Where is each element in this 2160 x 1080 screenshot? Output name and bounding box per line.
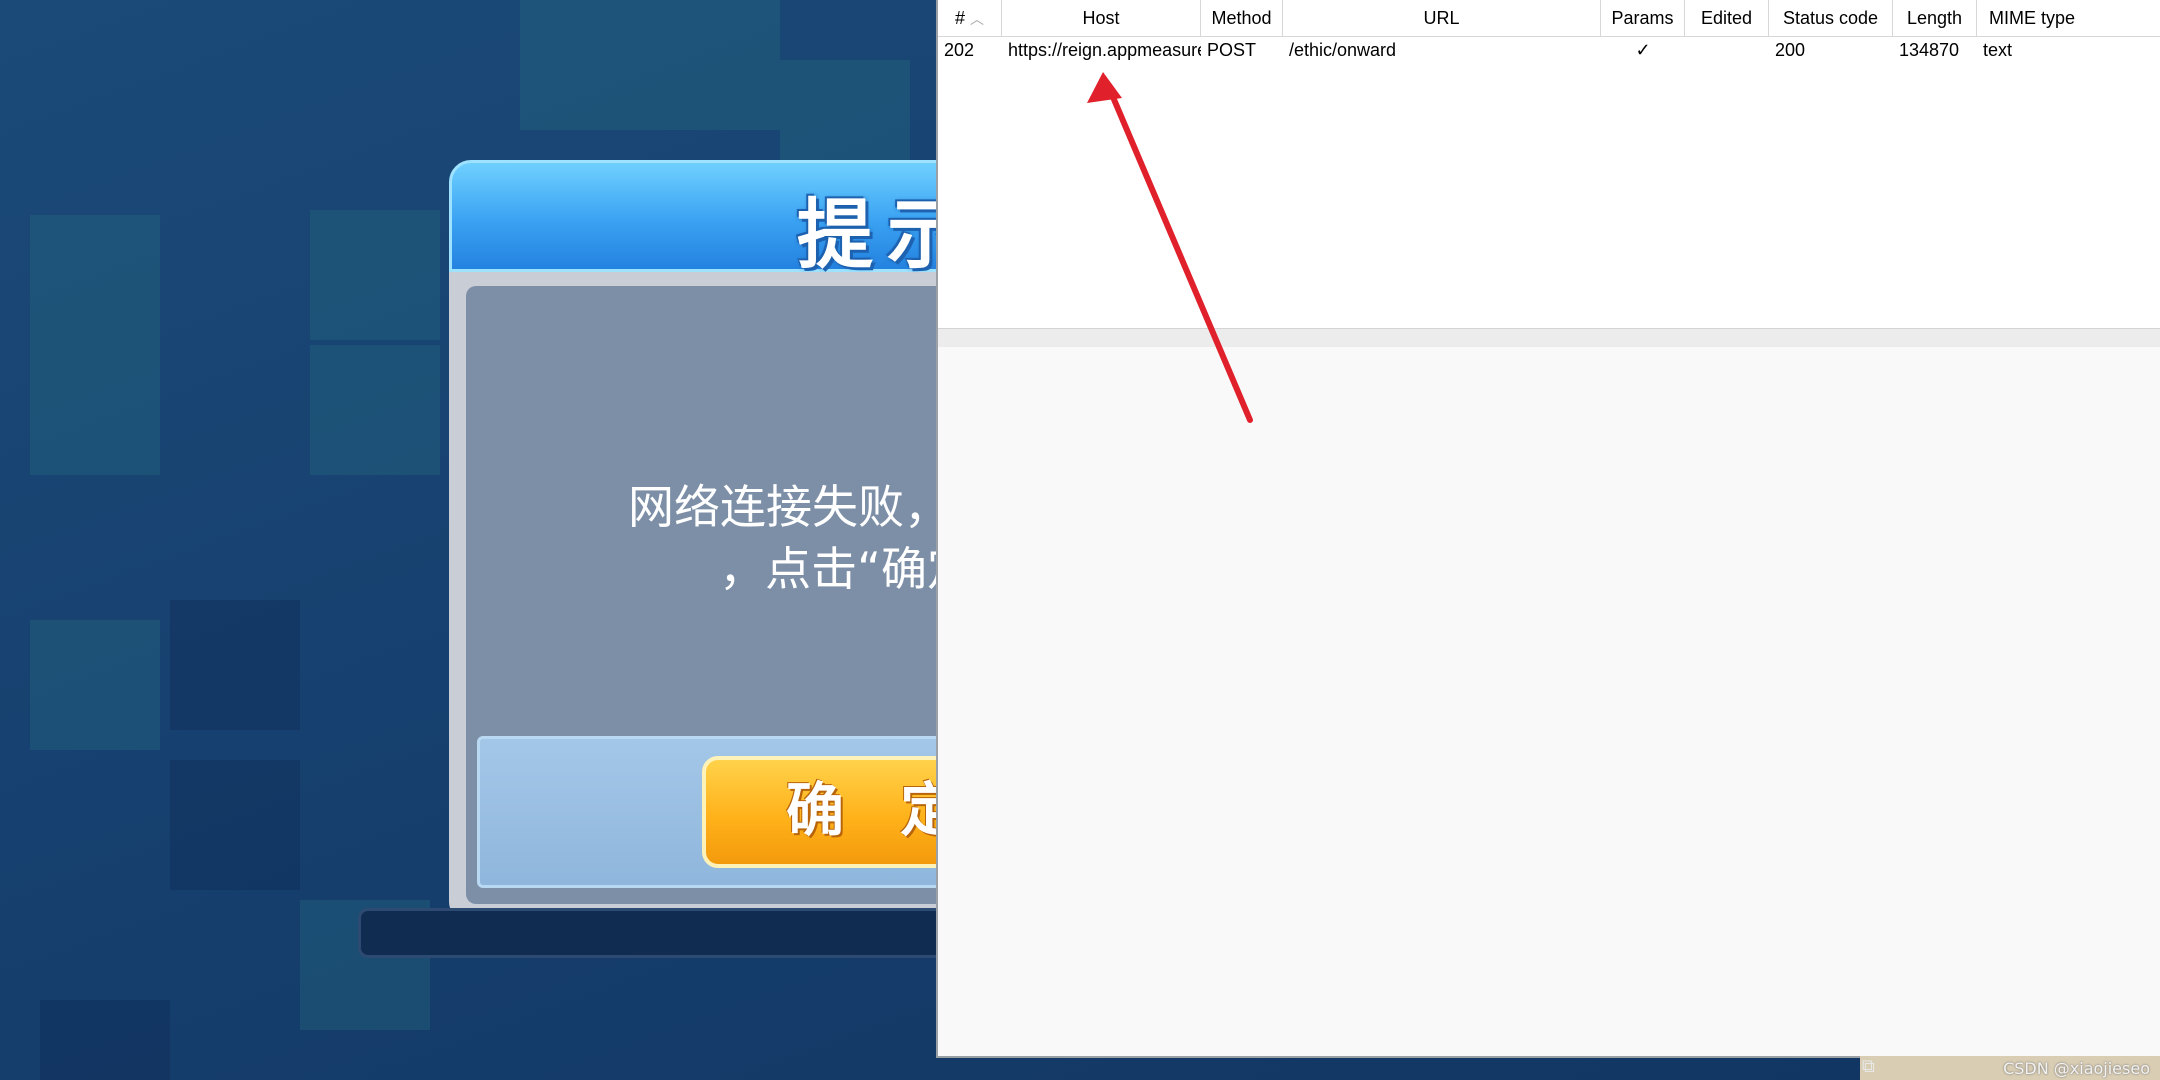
cell-params: ✓ bbox=[1635, 40, 1651, 60]
cell-method: POST bbox=[1207, 40, 1257, 60]
pane-splitter[interactable] bbox=[938, 328, 2160, 348]
table-row[interactable]: 202 https://reign.appmeasuremen... POST … bbox=[938, 36, 2160, 64]
column-header-url[interactable]: URL bbox=[1283, 0, 1601, 36]
cell-status-code: 200 bbox=[1775, 40, 1806, 60]
cell-host: https://reign.appmeasuremen... bbox=[1008, 40, 1201, 60]
column-header-mime-type[interactable]: MIME type bbox=[1977, 0, 2087, 36]
http-history-table: # ︿ Host Method URL Params Edited Status… bbox=[938, 0, 2160, 328]
watermark: CSDN @xiaojieseo bbox=[2003, 1059, 2150, 1078]
column-header-edited[interactable]: Edited bbox=[1685, 0, 1769, 36]
proxy-history-window: # ︿ Host Method URL Params Edited Status… bbox=[936, 0, 2160, 1058]
chevron-up-icon: ︿ bbox=[970, 11, 985, 27]
column-header-label: # bbox=[954, 8, 965, 28]
column-header-index[interactable]: # ︿ bbox=[938, 0, 1002, 36]
column-header-method[interactable]: Method bbox=[1201, 0, 1283, 36]
column-header-status-code[interactable]: Status code bbox=[1769, 0, 1893, 36]
cell-mime-type: text bbox=[1983, 40, 2013, 60]
window-icon[interactable]: ⧉ bbox=[1862, 1057, 1882, 1077]
column-header-host[interactable]: Host bbox=[1002, 0, 1201, 36]
request-detail-pane bbox=[938, 347, 2160, 1056]
cell-url: /ethic/onward bbox=[1289, 40, 1397, 60]
cell-length: 134870 bbox=[1899, 40, 1960, 60]
column-header-length[interactable]: Length bbox=[1893, 0, 1977, 36]
table-header-row: # ︿ Host Method URL Params Edited Status… bbox=[938, 0, 2160, 37]
column-header-params[interactable]: Params bbox=[1601, 0, 1685, 36]
cell-edited bbox=[1685, 36, 1769, 64]
cell-index: 202 bbox=[944, 40, 975, 60]
